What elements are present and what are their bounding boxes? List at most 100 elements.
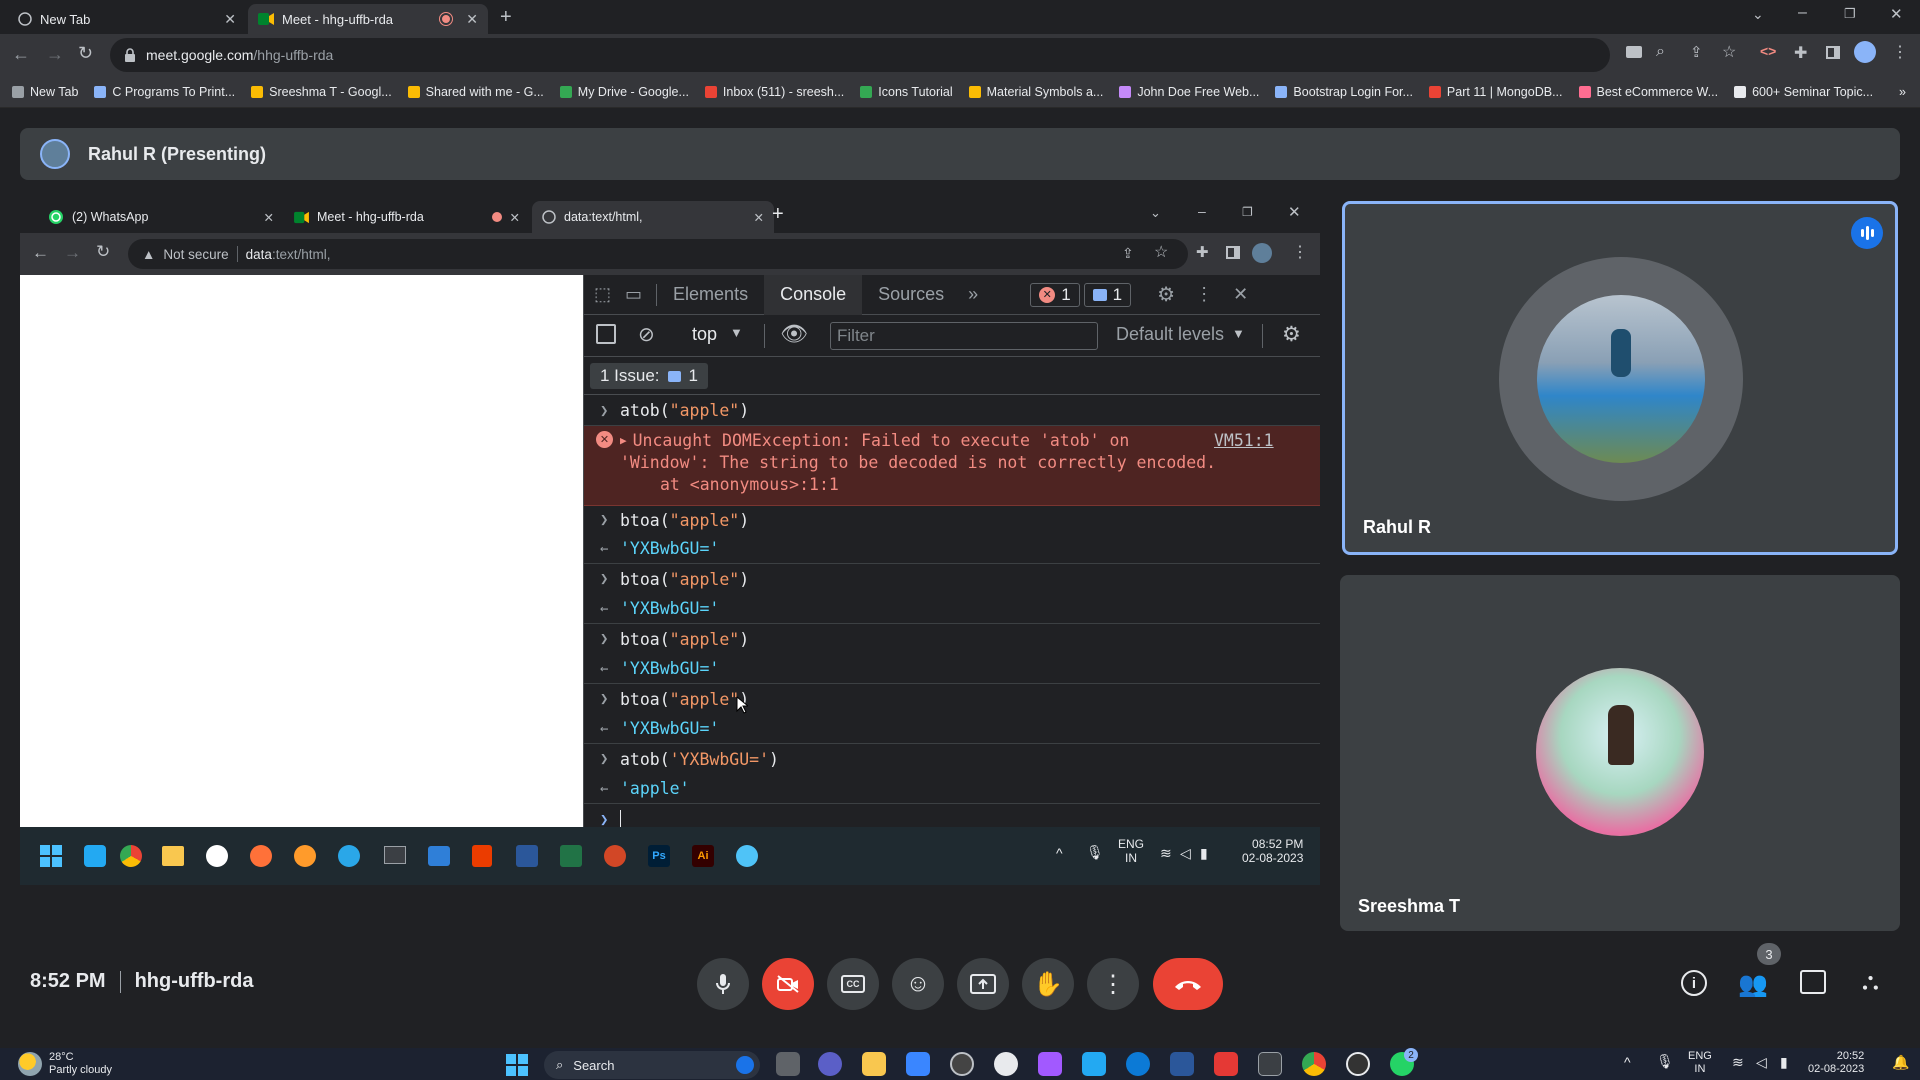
meeting-details: 8:52 PM hhg-uffb-rda: [30, 970, 253, 993]
console-string: "apple": [669, 689, 740, 709]
camera-blocked-icon[interactable]: [1626, 46, 1642, 58]
teams-chat-icon[interactable]: [818, 1052, 842, 1076]
devtools-panel: ⬚ ▭ Elements Console Sources » ✕ 1 1 ⚙ ⋮…: [583, 274, 1320, 885]
notification-bell-icon[interactable]: 🔔: [1892, 1054, 1909, 1071]
volume-icon[interactable]: ◁: [1756, 1054, 1767, 1071]
back-icon[interactable]: ←: [12, 44, 30, 65]
forward-icon[interactable]: →: [46, 44, 64, 65]
menu-kebab-icon[interactable]: ⋮: [1892, 42, 1908, 62]
code-extension-icon[interactable]: <>: [1760, 43, 1776, 59]
captions-button[interactable]: CC: [827, 958, 879, 1010]
raise-hand-button[interactable]: ✋: [1022, 958, 1074, 1010]
error-message-line: 'Window': The string to be decoded is no…: [620, 453, 1217, 472]
edge-icon[interactable]: [1126, 1052, 1150, 1076]
chrome-icon[interactable]: [1302, 1052, 1326, 1076]
bookmark-item[interactable]: Icons Tutorial: [860, 85, 953, 99]
app-icon[interactable]: [1214, 1052, 1238, 1076]
chevron-up-icon[interactable]: ^: [1624, 1054, 1631, 1070]
chrome-globe-icon: [18, 12, 32, 26]
chat-icon[interactable]: [1800, 970, 1826, 994]
console-result: 'YXBwbGU=': [620, 659, 720, 678]
address-bar[interactable]: meet.google.com/hhg-uffb-rda: [110, 38, 1610, 72]
participant-tile-sreeshma[interactable]: Sreeshma T: [1340, 575, 1900, 931]
vscode-icon[interactable]: [1082, 1052, 1106, 1076]
present-button[interactable]: [957, 958, 1009, 1010]
bookmark-item[interactable]: Material Symbols a...: [968, 84, 1104, 99]
file-explorer-icon[interactable]: [862, 1052, 886, 1076]
language-indicator[interactable]: ENG IN: [1688, 1050, 1712, 1076]
more-options-button[interactable]: ⋮: [1087, 958, 1139, 1010]
restore-icon: ❐: [1242, 205, 1253, 219]
bookmark-item[interactable]: My Drive - Google...: [559, 85, 689, 99]
restore-icon[interactable]: ❐: [1844, 6, 1856, 22]
bookmark-star-icon[interactable]: ☆: [1722, 42, 1736, 62]
bookmark-favicon-icon: [559, 85, 572, 98]
device-toolbar-icon: ▭: [625, 284, 643, 304]
shared-toolbar: ← → ↻ ▲ Not secure data:text/html, ⇪ ☆ ✚…: [20, 233, 1320, 275]
system-clock[interactable]: 20:52 02-08-2023: [1808, 1050, 1864, 1076]
search-icon: ⌕: [556, 1057, 564, 1072]
console-input-row: ❯ btoa("apple"): [584, 684, 1320, 714]
leave-call-button[interactable]: [1153, 958, 1223, 1010]
bookmark-favicon-icon: [968, 85, 981, 98]
bookmark-item[interactable]: Inbox (511) - sreesh...: [704, 85, 844, 99]
bookmark-item[interactable]: John Doe Free Web...: [1119, 85, 1259, 99]
microphone-icon[interactable]: 🎙: [1656, 1053, 1674, 1070]
media-player-icon[interactable]: [1346, 1052, 1370, 1076]
bookmark-item[interactable]: Bootstrap Login For...: [1275, 85, 1413, 99]
extensions-puzzle-icon[interactable]: ✚: [1794, 43, 1807, 63]
weather-widget[interactable]: 28°C Partly cloudy: [49, 1051, 112, 1077]
close-tab-icon[interactable]: ✕: [466, 11, 478, 28]
bookmark-item[interactable]: Shared with me - G...: [407, 85, 544, 99]
tab-new-tab[interactable]: New Tab ✕: [8, 4, 246, 34]
weather-status: Partly cloudy: [49, 1064, 112, 1076]
battery-icon[interactable]: ▮: [1780, 1054, 1788, 1071]
share-icon[interactable]: ⇪: [1690, 43, 1703, 61]
people-icon[interactable]: 👥: [1738, 970, 1768, 999]
windows-start-icon[interactable]: [506, 1054, 528, 1076]
bookmark-item[interactable]: Best eCommerce W...: [1578, 85, 1718, 99]
new-tab-button[interactable]: +: [500, 6, 512, 29]
close-window-icon[interactable]: ✕: [1890, 5, 1903, 23]
terminal-icon[interactable]: [1258, 1052, 1282, 1076]
error-source-link: VM51:1: [1214, 431, 1274, 450]
more-bookmarks-icon[interactable]: »: [1899, 85, 1906, 99]
close-tab-icon[interactable]: ✕: [224, 11, 236, 28]
store-icon[interactable]: [906, 1052, 930, 1076]
profile-avatar[interactable]: [1854, 41, 1876, 63]
docker-icon: [338, 845, 360, 867]
bookmark-item[interactable]: C Programs To Print...: [94, 85, 235, 99]
bookmark-item[interactable]: 600+ Seminar Topic...: [1734, 85, 1873, 99]
bookmark-item[interactable]: Sreeshma T - Googl...: [251, 85, 392, 99]
camera-off-button[interactable]: [762, 958, 814, 1010]
minimize-icon[interactable]: –: [1798, 4, 1807, 22]
shared-tab-whatsapp: (2) WhatsApp ✕: [38, 201, 284, 233]
task-view-icon[interactable]: [776, 1052, 800, 1076]
activities-icon[interactable]: ⛬: [1862, 968, 1879, 996]
console-string: "apple": [669, 569, 740, 589]
browser-tab-strip: New Tab ✕ Meet - hhg-uffb-rda ✕ + ⌄ – ❐ …: [0, 0, 1920, 34]
tab-meet[interactable]: Meet - hhg-uffb-rda ✕: [248, 4, 488, 34]
wifi-icon[interactable]: ≋: [1732, 1054, 1744, 1071]
side-panel-icon[interactable]: [1826, 46, 1840, 59]
word-icon[interactable]: [1170, 1052, 1194, 1076]
bookmark-star-icon: ☆: [1154, 244, 1169, 261]
console-result-row: ← 'YXBwbGU=': [584, 714, 1320, 744]
reload-icon[interactable]: ↻: [78, 43, 93, 64]
zoom-icon[interactable]: ⌕: [1656, 43, 1665, 61]
app-icon[interactable]: [994, 1052, 1018, 1076]
url-path: /hhg-uffb-rda: [253, 47, 334, 63]
dell-icon[interactable]: [950, 1052, 974, 1076]
meeting-info-icon[interactable]: i: [1681, 970, 1707, 996]
participant-tile-rahul[interactable]: Rahul R: [1342, 201, 1898, 555]
figma-icon[interactable]: [1038, 1052, 1062, 1076]
mouse-cursor-icon: [736, 696, 748, 714]
tab-search-icon[interactable]: ⌄: [1752, 6, 1764, 23]
expand-triangle-icon: ▶: [620, 434, 627, 447]
reactions-button[interactable]: ☺: [892, 958, 944, 1010]
bookmark-item[interactable]: New Tab: [12, 85, 78, 99]
microphone-button[interactable]: [697, 958, 749, 1010]
taskbar-search-box[interactable]: ⌕ Search: [544, 1051, 760, 1079]
bookmark-label: Material Symbols a...: [986, 84, 1104, 99]
bookmark-item[interactable]: Part 11 | MongoDB...: [1428, 85, 1563, 99]
